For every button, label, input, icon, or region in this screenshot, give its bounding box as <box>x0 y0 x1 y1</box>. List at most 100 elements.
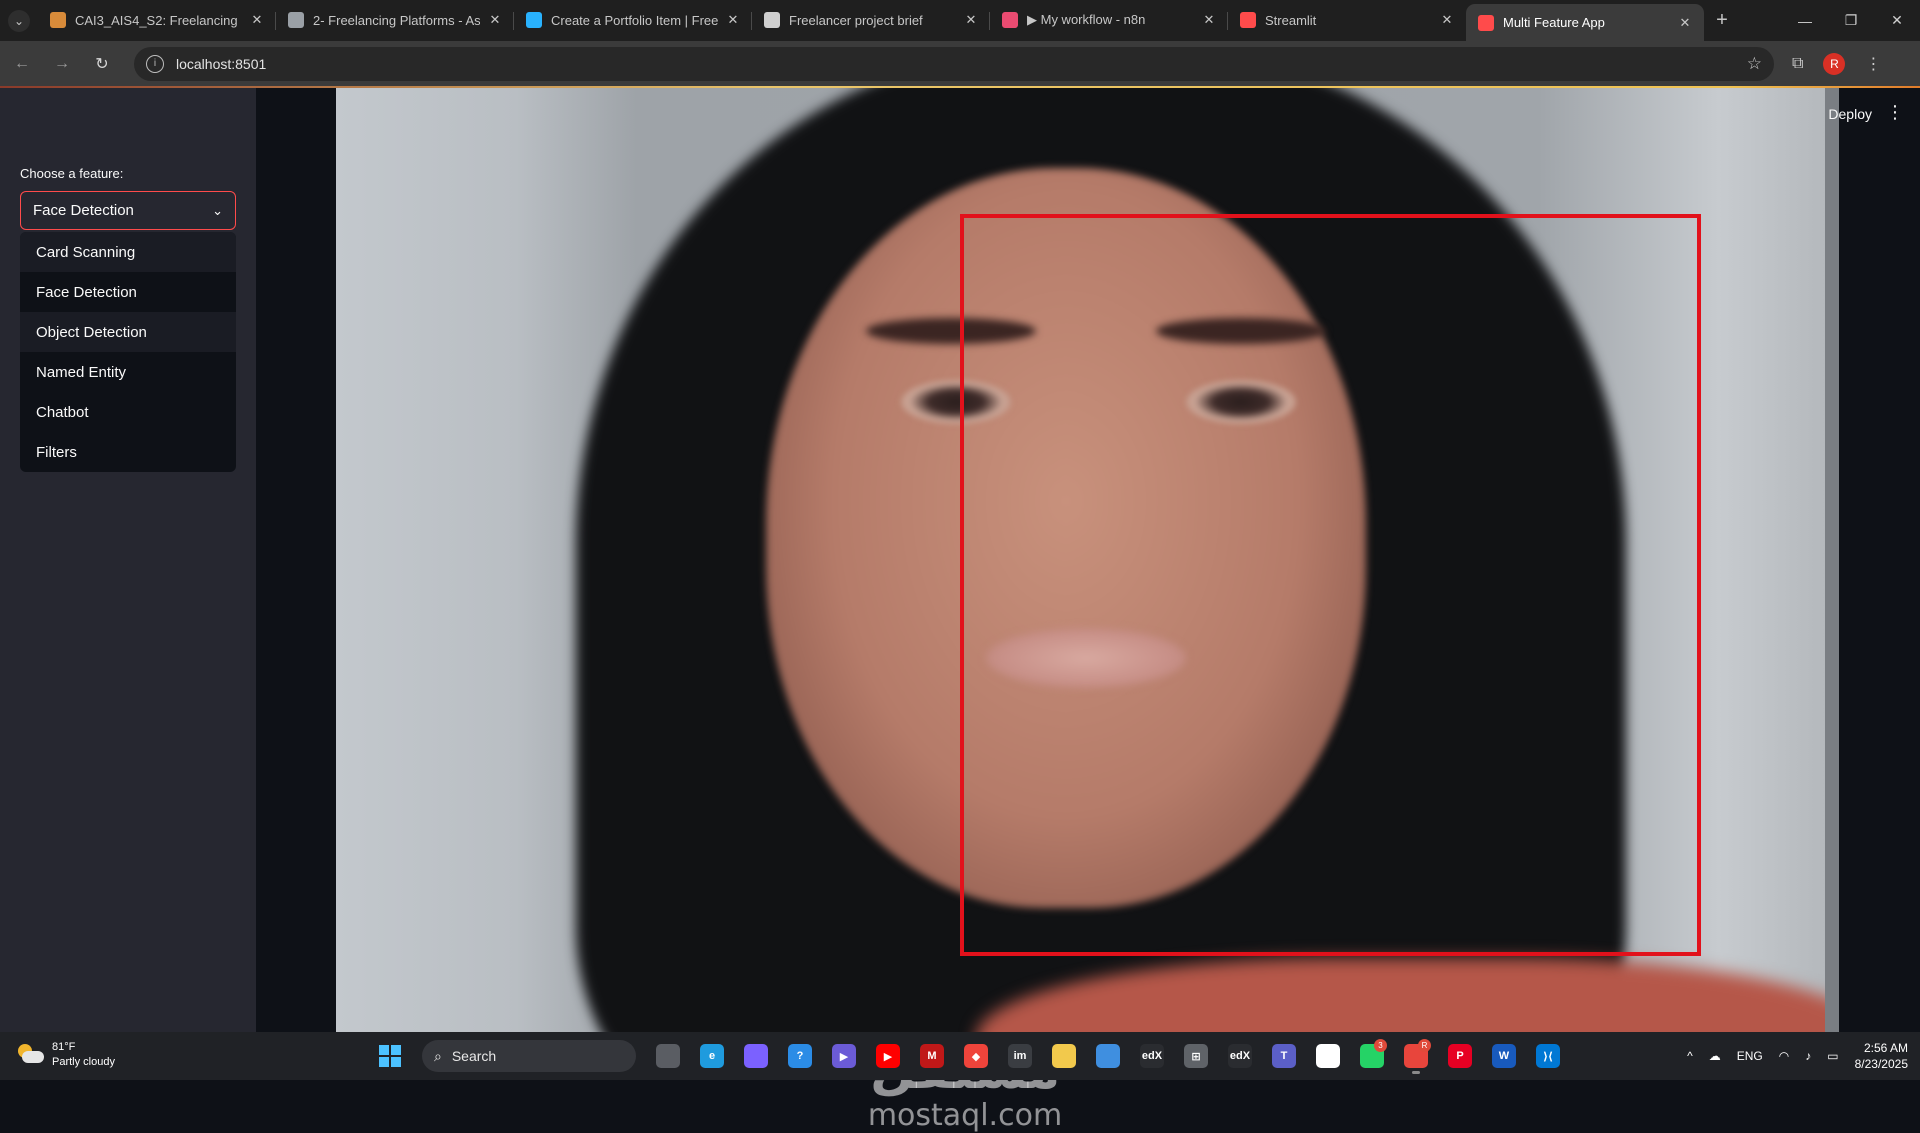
browser-menu-icon[interactable]: ⋮ <box>1865 54 1881 74</box>
forward-button[interactable]: → <box>44 46 80 82</box>
taskbar-app[interactable]: im <box>1002 1038 1038 1074</box>
taskbar-app[interactable] <box>650 1038 686 1074</box>
vscode-icon: ⟩⟨ <box>1536 1044 1560 1068</box>
close-tab-icon[interactable]: ✕ <box>724 12 742 28</box>
taskbar: 81°F Partly cloudy ⌕ Search e? ▶ ▶ M ◆ im edX ⊞… <box>0 1032 1920 1080</box>
freelancer-icon <box>526 12 542 28</box>
feature-option[interactable]: Chatbot <box>20 392 236 432</box>
taskbar-app[interactable]: M <box>914 1038 950 1074</box>
profile-avatar[interactable]: R <box>1823 52 1846 75</box>
address-bar[interactable]: i localhost:8501 ☆ <box>134 46 1774 81</box>
feature-select-value: Face Detection <box>33 202 134 219</box>
feature-option[interactable]: Card Scanning <box>20 232 236 272</box>
browser-tab[interactable]: CAI3_AIS4_S2: Freelancing Platf ✕ <box>38 3 276 37</box>
taskbar-app[interactable]: 3 <box>1354 1038 1390 1074</box>
feature-option[interactable]: Object Detection <box>20 312 236 352</box>
taskbar-app[interactable]: ▶ <box>870 1038 906 1074</box>
taskbar-app[interactable] <box>1090 1038 1126 1074</box>
sidebar: Choose a feature: Face Detection ⌄ Card … <box>0 88 256 1032</box>
moodle-icon <box>50 12 66 28</box>
calculator-icon: ⊞ <box>1184 1044 1208 1068</box>
browser-tab[interactable]: Streamlit ✕ <box>1228 3 1466 37</box>
taskbar-app[interactable]: ⊞ <box>1178 1038 1214 1074</box>
taskbar-app[interactable]: ▶ <box>826 1038 862 1074</box>
partly-cloudy-icon <box>16 1044 44 1066</box>
chevron-down-icon: ⌄ <box>13 13 25 28</box>
taskbar-app[interactable]: R <box>1398 1038 1434 1074</box>
wifi-icon[interactable]: ◠ <box>1779 1049 1789 1063</box>
site-info-icon[interactable]: i <box>146 54 164 73</box>
deploy-button[interactable]: Deploy <box>1828 106 1872 122</box>
close-tab-icon[interactable]: ✕ <box>1438 12 1456 28</box>
streamlit-icon <box>1478 14 1494 31</box>
new-tab-button[interactable]: + <box>1704 3 1740 37</box>
taskbar-app[interactable]: ⟩⟨ <box>1530 1038 1566 1074</box>
clock-time: 2:56 AM <box>1863 1041 1908 1055</box>
clock[interactable]: 2:56 AM 8/23/2025 <box>1855 1040 1908 1072</box>
feature-option[interactable]: Named Entity <box>20 352 236 392</box>
store-icon <box>1096 1044 1120 1068</box>
close-window-button[interactable]: ✕ <box>1874 0 1920 41</box>
reload-button[interactable]: ↻ <box>84 46 120 82</box>
onedrive-icon[interactable]: ☁ <box>1709 1049 1721 1063</box>
streamlit-icon <box>1240 12 1256 28</box>
browser-toolbar: ← → ↻ i localhost:8501 ☆ ⧉ R ⋮ <box>0 41 1920 86</box>
file-explorer-icon <box>1052 1044 1076 1068</box>
n8n-icon <box>1002 12 1018 28</box>
back-button[interactable]: ← <box>4 46 40 82</box>
weather-widget[interactable]: 81°F Partly cloudy <box>16 1040 115 1070</box>
bookmark-star-icon[interactable]: ☆ <box>1747 54 1762 74</box>
browser-tab[interactable]: Multi Feature App ✕ <box>1466 4 1704 41</box>
language-indicator[interactable]: ENG <box>1737 1049 1763 1063</box>
taskbar-app[interactable] <box>1046 1038 1082 1074</box>
volume-icon[interactable]: ♪ <box>1805 1049 1811 1063</box>
taskbar-search[interactable]: ⌕ Search <box>422 1040 636 1072</box>
tab-search-button[interactable]: ⌄ <box>0 0 38 41</box>
taskbar-app[interactable] <box>1310 1038 1346 1074</box>
taskbar-app[interactable]: edX <box>1222 1038 1258 1074</box>
taskbar-app[interactable]: e <box>694 1038 730 1074</box>
minimize-button[interactable]: — <box>1782 0 1828 41</box>
taskbar-app[interactable]: edX <box>1134 1038 1170 1074</box>
chevron-down-icon: ⌄ <box>212 202 223 218</box>
feature-select[interactable]: Face Detection ⌄ <box>20 191 236 230</box>
tab-title: 2- Freelancing Platforms - Assig <box>313 12 480 28</box>
browser-tab[interactable]: Freelancer project brief ✕ <box>752 3 990 37</box>
taskbar-app[interactable]: ? <box>782 1038 818 1074</box>
notification-badge: R <box>1418 1039 1431 1052</box>
taskbar-app[interactable]: T <box>1266 1038 1302 1074</box>
edx-icon: edX <box>1140 1044 1164 1068</box>
youtube-icon: ▶ <box>876 1044 900 1068</box>
close-tab-icon[interactable]: ✕ <box>1200 12 1218 28</box>
taskbar-app[interactable]: W <box>1486 1038 1522 1074</box>
weather-temp: 81°F <box>52 1041 76 1053</box>
close-tab-icon[interactable]: ✕ <box>1676 15 1694 31</box>
browser-tab[interactable]: Create a Portfolio Item | Freelar ✕ <box>514 3 752 37</box>
restore-button[interactable]: ❐ <box>1828 0 1874 41</box>
feature-option[interactable]: Filters <box>20 432 236 472</box>
taskbar-app[interactable]: P <box>1442 1038 1478 1074</box>
extensions-icon[interactable]: ⧉ <box>1792 55 1803 73</box>
pinterest-icon: P <box>1448 1044 1472 1068</box>
feature-option[interactable]: Face Detection <box>20 272 236 312</box>
face-bounding-box <box>960 214 1701 956</box>
browser-tab[interactable]: ▶ My workflow - n8n ✕ <box>990 3 1228 37</box>
close-tab-icon[interactable]: ✕ <box>486 12 504 28</box>
battery-icon[interactable]: ▭ <box>1827 1049 1838 1063</box>
tab-title: ▶ My workflow - n8n <box>1027 12 1146 27</box>
taskbar-app[interactable] <box>738 1038 774 1074</box>
window-controls: — ❐ ✕ <box>1782 0 1920 41</box>
main-menu-icon[interactable]: ⋮ <box>1886 102 1904 123</box>
browser-tab[interactable]: 2- Freelancing Platforms - Assig ✕ <box>276 3 514 37</box>
tab-title: Streamlit <box>1265 12 1317 28</box>
close-icon: ✕ <box>1891 12 1903 28</box>
openai-icon <box>764 12 780 28</box>
tab-title: Create a Portfolio Item | Freelar <box>551 12 718 28</box>
taskbar-search-label: Search <box>451 1048 497 1064</box>
taskbar-app[interactable]: ◆ <box>958 1038 994 1074</box>
close-tab-icon[interactable]: ✕ <box>248 12 266 28</box>
start-button[interactable] <box>372 1038 408 1074</box>
close-tab-icon[interactable]: ✕ <box>962 12 980 28</box>
chevron-up-icon[interactable]: ^ <box>1687 1049 1693 1063</box>
arrow-right-icon: → <box>54 54 70 72</box>
